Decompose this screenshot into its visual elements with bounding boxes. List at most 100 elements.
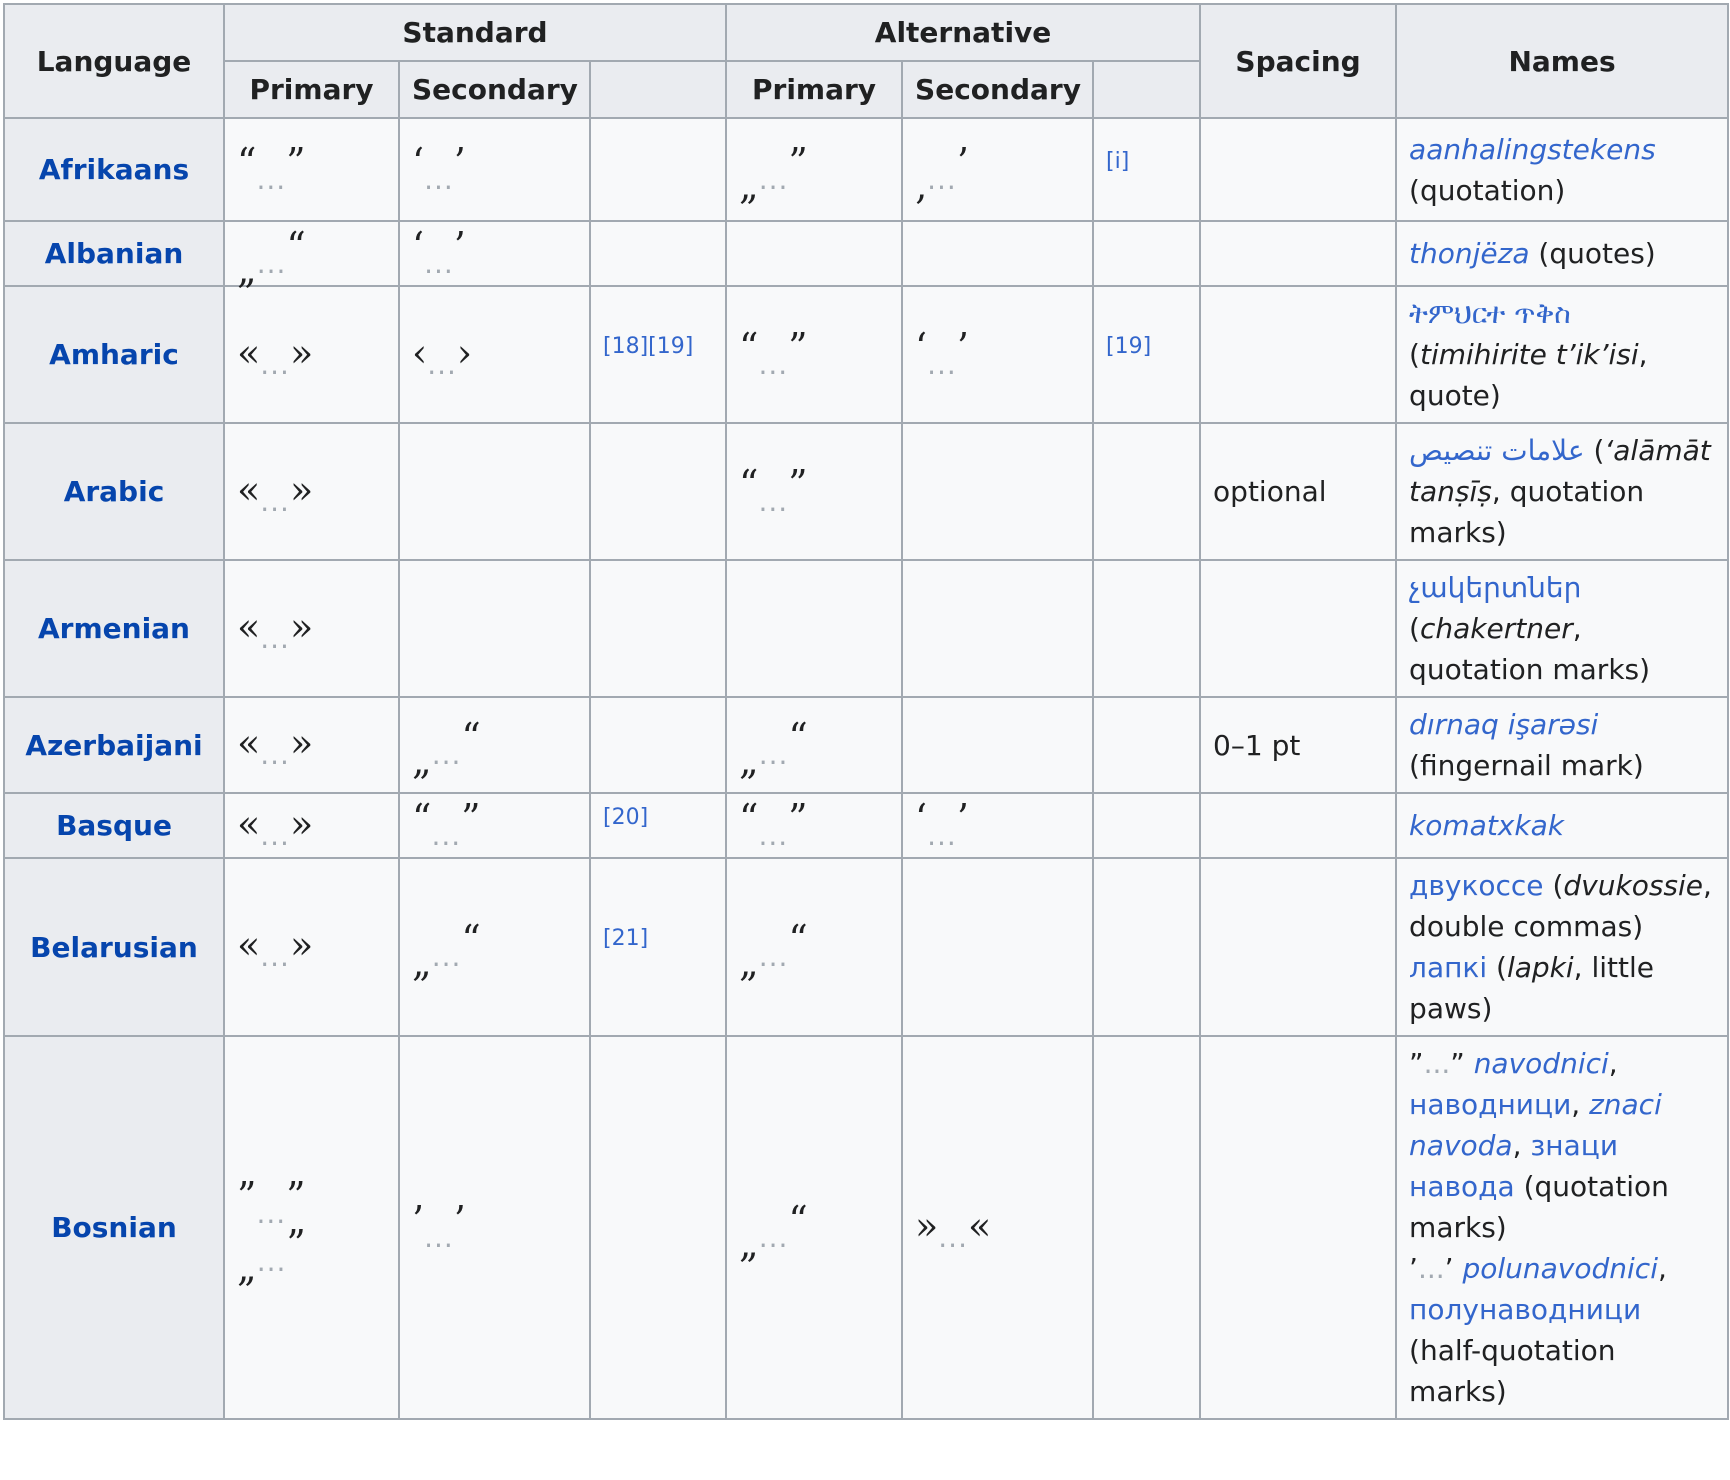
name-link[interactable]: наводници xyxy=(1409,1088,1571,1121)
quote-sample: «...» xyxy=(237,801,314,852)
std-secondary-cell: ‘...’ xyxy=(398,117,591,222)
quote-sample: „...“ xyxy=(237,223,306,292)
table-row: Armenian «...» չակերտներ (chakertner, quo… xyxy=(3,559,1730,698)
alt-primary-cell: “...” xyxy=(725,422,904,561)
header-alternative-primary[interactable]: Primary xyxy=(725,60,904,119)
name-link[interactable]: dırnaq işarəsi xyxy=(1409,708,1598,741)
quotation-marks-table: Language Standard Alternative Spacing Na… xyxy=(3,3,1730,1420)
name-link[interactable]: علامات تنصيص xyxy=(1409,434,1584,467)
spacing-cell: 0–1 pt xyxy=(1199,696,1398,794)
language-cell: Basque xyxy=(3,792,225,859)
language-link-azerbaijani[interactable]: Azerbaijani xyxy=(25,729,202,762)
quote-sample: “...” xyxy=(412,795,481,852)
footnote-ref-link[interactable]: [18][19] xyxy=(603,334,693,359)
footnote-ref-link[interactable]: [19] xyxy=(1106,334,1151,359)
header-language[interactable]: Language xyxy=(3,3,225,119)
std-primary-cell: „...“ xyxy=(223,220,400,292)
header-standard-ref xyxy=(588,60,728,119)
name-link[interactable]: չակերտներ xyxy=(1409,571,1581,604)
language-cell: Belarusian xyxy=(3,857,225,1037)
language-link-afrikaans[interactable]: Afrikaans xyxy=(39,153,189,186)
quote-sample: „...“ xyxy=(412,917,481,985)
header-names[interactable]: Names xyxy=(1395,3,1730,119)
std-ref-cell xyxy=(588,422,728,561)
alt-ref-cell xyxy=(1092,220,1202,287)
language-cell: Azerbaijani xyxy=(3,696,225,794)
quote-sample: ‘...’ xyxy=(915,795,969,852)
table-row: Amharic «...» ‹...› [18][19] “...” ‘...’… xyxy=(3,285,1730,424)
names-cell: ትምህርተ ጥቅስ (timihirite t’ik’isi, quote) xyxy=(1395,285,1730,424)
footnote-ref-link[interactable]: [21] xyxy=(603,926,648,951)
header-standard-primary[interactable]: Primary xyxy=(223,60,400,119)
language-link-bosnian[interactable]: Bosnian xyxy=(51,1211,177,1244)
quote-sample: „...“ xyxy=(412,715,481,783)
quote-sample: „...” xyxy=(237,1221,306,1290)
quote-sample: «...» xyxy=(237,721,314,771)
footnote-ref-link[interactable]: [i] xyxy=(1106,149,1129,174)
alt-secondary-cell: ‘...’ xyxy=(901,792,1095,859)
names-cell: aanhalingstekens (quotation) xyxy=(1395,117,1730,222)
std-ref-cell: [18][19] xyxy=(588,285,728,424)
std-primary-cell: ”...” „...” xyxy=(223,1035,400,1420)
std-primary-cell: “...” xyxy=(223,117,400,222)
language-link-belarusian[interactable]: Belarusian xyxy=(30,931,198,964)
language-cell: Afrikaans xyxy=(3,117,225,222)
alt-ref-cell xyxy=(1092,696,1202,794)
quote-sample: „...“ xyxy=(739,715,808,783)
spacing-cell xyxy=(1199,559,1398,698)
name-gloss: (fingernail mark) xyxy=(1409,749,1644,782)
language-cell: Amharic xyxy=(3,285,225,424)
std-ref-cell xyxy=(588,1035,728,1420)
std-secondary-cell xyxy=(398,559,591,698)
name-link[interactable]: polunavodnici xyxy=(1462,1252,1658,1285)
name-link[interactable]: thonjëza xyxy=(1409,237,1529,270)
alt-secondary-cell xyxy=(901,857,1095,1037)
name-link[interactable]: ትምህርተ ጥቅስ xyxy=(1409,297,1571,330)
std-secondary-cell: ‘...’ xyxy=(398,220,591,287)
header-spacing[interactable]: Spacing xyxy=(1199,3,1398,119)
alt-primary-cell: “...” xyxy=(725,792,904,859)
names-cell: علامات تنصيص (‘alāmāt tanṣīṣ, quotation … xyxy=(1395,422,1730,561)
name-gloss: (half-quotation marks) xyxy=(1409,1334,1616,1408)
alt-ref-cell xyxy=(1092,422,1202,561)
alt-primary-cell: “...” xyxy=(725,285,904,424)
std-primary-cell: «...» xyxy=(223,559,400,698)
name-link[interactable]: двукоссе xyxy=(1409,869,1544,902)
alt-ref-cell: [i] xyxy=(1092,117,1202,222)
name-link[interactable]: komatxkak xyxy=(1409,809,1564,842)
header-alternative-secondary[interactable]: Secondary xyxy=(901,60,1095,119)
std-secondary-cell: “...” xyxy=(398,792,591,859)
std-primary-cell: «...» xyxy=(223,422,400,561)
names-cell: ”...” navodnici, наводници, znaci navoda… xyxy=(1395,1035,1730,1420)
name-link[interactable]: navodnici xyxy=(1474,1047,1609,1080)
alt-ref-cell xyxy=(1092,857,1202,1037)
alt-primary-cell xyxy=(725,220,904,287)
language-link-armenian[interactable]: Armenian xyxy=(38,612,190,645)
quote-sample: “...” xyxy=(739,461,808,518)
alt-ref-cell xyxy=(1092,1035,1202,1420)
alt-primary-cell: „...“ xyxy=(725,1035,904,1420)
alt-primary-cell: „...” xyxy=(725,117,904,222)
alt-secondary-cell: ‘...’ xyxy=(901,285,1095,424)
alt-primary-cell: „...“ xyxy=(725,857,904,1037)
quote-sample: »...« xyxy=(915,1203,992,1254)
language-link-arabic[interactable]: Arabic xyxy=(64,475,165,508)
std-secondary-cell: ’...’ xyxy=(398,1035,591,1420)
name-link[interactable]: полунаводници xyxy=(1409,1293,1641,1326)
header-standard: Standard xyxy=(222,3,728,62)
alt-primary-cell: „...“ xyxy=(725,696,904,794)
alt-ref-cell xyxy=(1092,559,1202,698)
name-link[interactable]: лапкі xyxy=(1409,951,1487,984)
alt-primary-cell xyxy=(725,559,904,698)
footnote-ref-link[interactable]: [20] xyxy=(603,805,648,830)
table-row: Albanian „...“ ‘...’ thonjëza (quotes) xyxy=(3,220,1730,292)
language-cell: Bosnian xyxy=(3,1035,225,1420)
header-standard-secondary[interactable]: Secondary xyxy=(398,60,591,119)
table-row: Bosnian ”...” „...” ’...’ „...“ »...« ”..… xyxy=(3,1035,1730,1420)
language-link-amharic[interactable]: Amharic xyxy=(49,338,179,371)
name-link[interactable]: aanhalingstekens xyxy=(1409,133,1656,166)
language-link-albanian[interactable]: Albanian xyxy=(45,237,184,270)
std-ref-cell xyxy=(588,220,728,287)
language-link-basque[interactable]: Basque xyxy=(56,809,172,842)
quote-sample: „...“ xyxy=(739,917,808,985)
